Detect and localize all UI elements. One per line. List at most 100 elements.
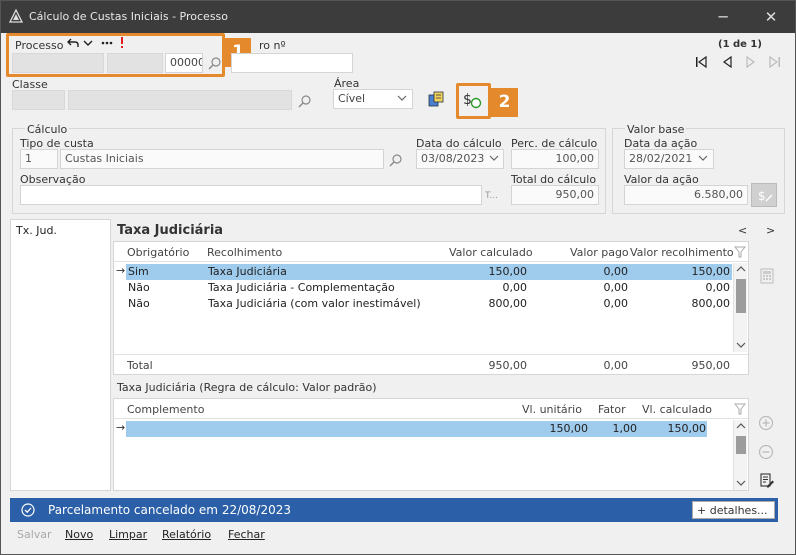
novo-button[interactable]: Novo: [65, 528, 93, 541]
title-bar: Cálculo de Custas Iniciais - Processo ─ …: [1, 1, 795, 33]
text-format-icon[interactable]: T...: [485, 191, 498, 201]
col-header-valor-calculado[interactable]: Valor calculado: [449, 246, 533, 259]
tipo-custa-nome[interactable]: Custas Iniciais: [60, 149, 384, 169]
money-calc-icon[interactable]: $: [461, 90, 483, 110]
scroll-up-icon[interactable]: [736, 265, 746, 273]
col-header-fator[interactable]: Fator: [598, 403, 626, 416]
list-item-tx-jud[interactable]: Tx. Jud.: [16, 224, 57, 237]
cell-valor-pago: 0,00: [603, 297, 629, 310]
svg-text:$: $: [463, 92, 472, 108]
close-button[interactable]: ✕: [757, 5, 785, 29]
scroll-thumb[interactable]: [736, 436, 746, 454]
data-calculo-dropdown-icon[interactable]: [489, 154, 499, 162]
cell-fator: 1,00: [612, 422, 638, 435]
callout-number-2: 2: [491, 88, 518, 117]
edit-document-icon[interactable]: [759, 473, 775, 489]
calculator-icon[interactable]: [759, 268, 775, 284]
total-valor-pago: 0,00: [603, 359, 629, 372]
scroll-down-icon[interactable]: [736, 479, 746, 487]
relatorio-button[interactable]: Relatório: [162, 528, 211, 541]
cell-recolhimento: Taxa Judiciária - Complementação: [208, 281, 395, 294]
total-valor-calculado: 950,00: [488, 359, 528, 372]
classe-codigo-blurred[interactable]: [12, 90, 65, 110]
status-message: Parcelamento cancelado em 22/08/2023: [48, 503, 291, 517]
next-record-icon[interactable]: [745, 56, 757, 68]
tipo-recolhimento-list: Tx. Jud.: [10, 219, 111, 491]
cell-valor-pago: 0,00: [603, 265, 629, 278]
scroll-up-icon[interactable]: [736, 422, 746, 430]
col-header-vl-calculado[interactable]: Vl. calculado: [642, 403, 712, 416]
record-counter: (1 de 1): [718, 39, 762, 50]
valor-acao-button[interactable]: $: [751, 183, 777, 207]
cell-recolhimento: Taxa Judiciária (com valor inestimável): [208, 297, 421, 310]
grid2-scrollbar[interactable]: [733, 420, 747, 490]
area-dropdown-icon[interactable]: [397, 94, 407, 102]
valor-base-group-label: Valor base: [625, 123, 687, 136]
col-header-recolhimento[interactable]: Recolhimento: [207, 246, 282, 259]
section-next-button[interactable]: >: [766, 224, 775, 237]
cell-valor-calculado: 0,00: [502, 281, 528, 294]
remove-icon[interactable]: [758, 444, 774, 460]
cell-vl-unitario: 150,00: [549, 422, 589, 435]
minimize-button[interactable]: ─: [709, 5, 737, 29]
cell-valor-pago: 0,00: [603, 281, 629, 294]
table-row[interactable]: Não Taxa Judiciária (com valor inestimáv…: [126, 296, 732, 312]
regra-calculo-label: Taxa Judiciária (Regra de cálculo: Valor…: [117, 381, 377, 394]
col-header-complemento[interactable]: Complemento: [127, 403, 204, 416]
scroll-down-icon[interactable]: [736, 341, 746, 349]
details-button[interactable]: + detalhes...: [692, 501, 775, 519]
app-logo-icon: [9, 9, 23, 23]
section-prev-button[interactable]: <: [738, 224, 747, 237]
recolhimento-grid: Obrigatório Recolhimento Valor calculado…: [113, 241, 749, 375]
status-bar: Parcelamento cancelado em 22/08/2023 + d…: [10, 498, 778, 522]
tipo-custa-search-icon[interactable]: [389, 153, 403, 167]
section-title: Taxa Judiciária: [117, 223, 224, 238]
cell-valor-calculado: 800,00: [488, 297, 528, 310]
classe-nome-blurred[interactable]: [68, 90, 292, 110]
limpar-button[interactable]: Limpar: [109, 528, 147, 541]
scroll-thumb[interactable]: [736, 279, 746, 313]
total-label: Total: [127, 359, 153, 372]
data-acao-dropdown-icon[interactable]: [698, 154, 708, 162]
salvar-button[interactable]: Salvar: [17, 528, 52, 541]
check-circle-icon: [21, 503, 35, 517]
grid1-scrollbar[interactable]: [733, 263, 747, 352]
fechar-button[interactable]: Fechar: [228, 528, 265, 541]
table-row[interactable]: Sim Taxa Judiciária 150,00 0,00 150,00: [126, 264, 732, 280]
row-indicator-icon: →: [116, 421, 126, 434]
grid-header-divider: [114, 418, 748, 419]
calculator-tool-icon[interactable]: [428, 91, 445, 108]
last-record-icon[interactable]: [769, 56, 781, 68]
row-indicator-icon: →: [116, 264, 126, 277]
col-header-valor-pago[interactable]: Valor pago: [570, 246, 629, 259]
filter-icon[interactable]: [734, 403, 746, 415]
cell-valor-recolhimento: 800,00: [691, 297, 731, 310]
prev-record-icon[interactable]: [721, 56, 733, 68]
col-header-obrigatorio[interactable]: Obrigatório: [127, 246, 189, 259]
table-row[interactable]: 150,00 1,00 150,00: [126, 421, 707, 437]
tipo-custa-codigo[interactable]: 1: [20, 149, 58, 169]
valor-acao-input[interactable]: 6.580,00: [624, 185, 748, 205]
col-header-vl-unitario[interactable]: Vl. unitário: [522, 403, 582, 416]
cell-valor-recolhimento: 150,00: [691, 265, 731, 278]
cell-valor-calculado: 150,00: [488, 265, 528, 278]
numero-label: ro nº: [259, 39, 286, 52]
col-header-valor-recolhimento[interactable]: Valor recolhimento: [630, 246, 734, 259]
numero-input[interactable]: [231, 53, 353, 73]
filter-icon[interactable]: [734, 246, 746, 258]
observacao-input[interactable]: [20, 185, 482, 205]
money-edit-icon: $: [758, 189, 773, 203]
table-row[interactable]: Não Taxa Judiciária - Complementação 0,0…: [126, 280, 732, 296]
total-valor-recolhimento: 950,00: [691, 359, 731, 372]
area-value: Cível: [338, 92, 366, 105]
svg-text:$: $: [758, 189, 766, 203]
cell-obrigatorio: Sim: [128, 265, 149, 278]
first-record-icon[interactable]: [695, 56, 707, 68]
add-icon[interactable]: [758, 415, 774, 431]
main-window: Cálculo de Custas Iniciais - Processo ─ …: [0, 0, 796, 555]
perc-calculo-input[interactable]: 100,00: [511, 149, 599, 169]
classe-search-icon[interactable]: [298, 94, 312, 108]
grid-header-divider: [114, 261, 748, 262]
grid-total-divider: [114, 354, 748, 355]
calculo-group-label: Cálculo: [25, 123, 70, 136]
